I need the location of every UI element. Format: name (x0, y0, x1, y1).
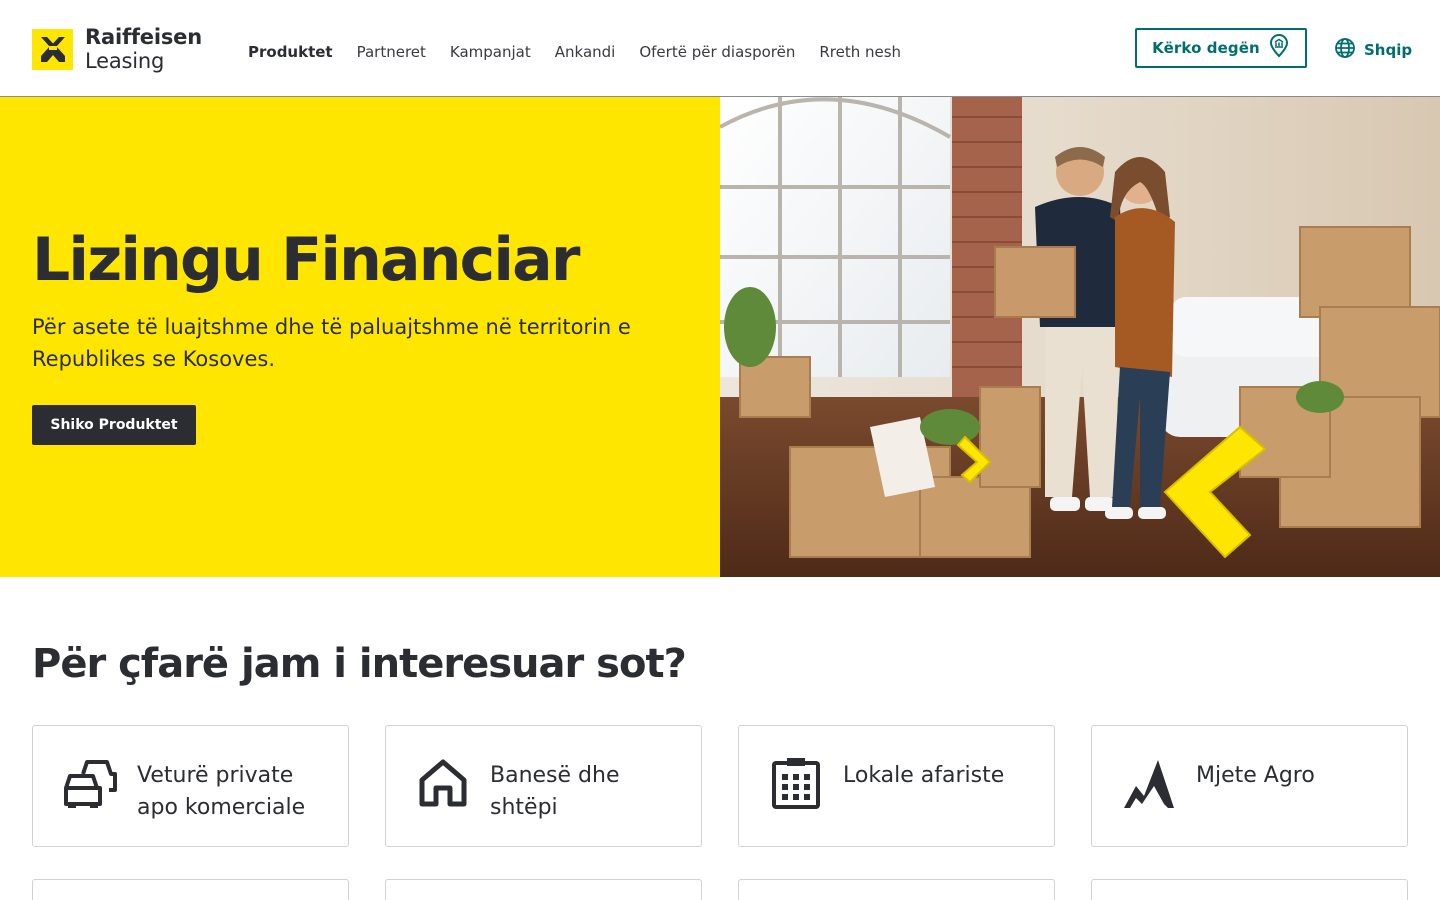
nav-item-rreth-nesh[interactable]: Rreth nesh (819, 43, 901, 61)
hero-title: Lizingu Financiar (32, 225, 580, 295)
hero-panel: Lizingu Financiar Për asete të luajtshme… (0, 97, 720, 577)
agro-field-icon (1122, 756, 1176, 810)
language-switcher[interactable]: Shqip (1334, 37, 1412, 63)
find-branch-label: Kërko degën (1152, 39, 1260, 57)
logo-mark-icon (32, 28, 73, 70)
card-row2-2[interactable] (385, 879, 702, 900)
nav-item-produktet[interactable]: Produktet (248, 43, 333, 61)
main-nav: Produktet Partneret Kampanjat Ankandi Of… (248, 43, 925, 61)
raiffeisen-leasing-logo[interactable]: Raiffeisen Leasing (32, 24, 204, 74)
hero-subtitle: Për asete të luajtshme dhe të paluajtshm… (32, 315, 631, 371)
nav-item-partneret[interactable]: Partneret (357, 43, 426, 61)
nav-item-kampanjat[interactable]: Kampanjat (450, 43, 531, 61)
language-label: Shqip (1364, 41, 1413, 59)
card-housing-label: Banesë dhe shtëpi (490, 763, 620, 820)
card-agro-label: Mjete Agro (1196, 763, 1315, 788)
card-row2-3[interactable] (738, 879, 1055, 900)
card-vehicles-label: Veturë private apo komerciale (137, 763, 306, 820)
branch-location-icon (1268, 34, 1290, 62)
site-header: Raiffeisen Leasing Produktet Partneret K… (0, 0, 1440, 97)
card-business-premises[interactable]: Lokale afariste (738, 725, 1055, 847)
cars-icon (63, 756, 117, 810)
card-row2-4[interactable] (1091, 879, 1408, 900)
globe-icon (1334, 37, 1356, 63)
office-building-icon (769, 756, 823, 810)
hero-image (720, 97, 1440, 577)
logo-line-1: Raiffeisen (85, 24, 202, 49)
card-vehicles[interactable]: Veturë private apo komerciale (32, 725, 349, 847)
view-products-button[interactable]: Shiko Produktet (32, 405, 196, 445)
card-row2-1[interactable] (32, 879, 349, 900)
house-icon (416, 756, 470, 810)
card-business-label: Lokale afariste (843, 763, 1005, 788)
nav-item-ankandi[interactable]: Ankandi (555, 43, 616, 61)
section-title: Për çfarë jam i interesuar sot? (32, 641, 687, 687)
card-agro[interactable]: Mjete Agro (1091, 725, 1408, 847)
find-branch-button[interactable]: Kërko degën (1135, 28, 1307, 68)
logo-line-2: Leasing (85, 48, 165, 73)
card-housing[interactable]: Banesë dhe shtëpi (385, 725, 702, 847)
nav-item-diaspora[interactable]: Ofertë për diasporën (639, 43, 795, 61)
